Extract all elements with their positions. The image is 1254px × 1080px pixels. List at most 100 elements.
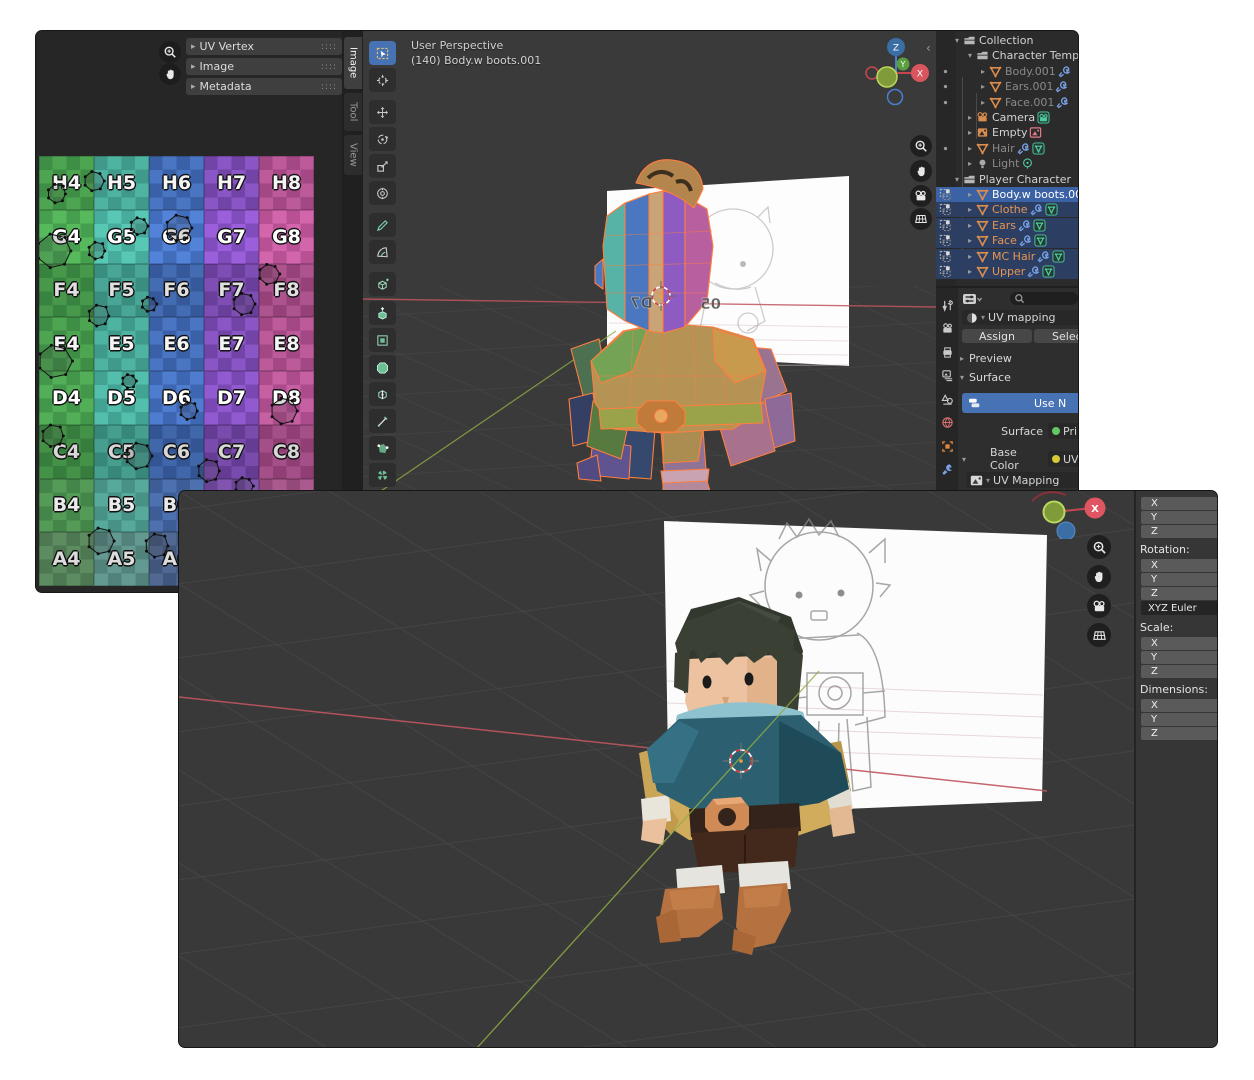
outliner-item-ears[interactable]: ▸Ears [936, 218, 1079, 233]
tool-select-box-button[interactable] [369, 41, 396, 65]
use-nodes-button[interactable]: Use N [962, 393, 1079, 413]
chevron-right-icon[interactable]: ▸ [978, 67, 988, 76]
tool-move-button[interactable] [369, 100, 396, 124]
tool-poly-build-button[interactable] [369, 436, 396, 460]
panel-image[interactable]: ▸ Image :::: [186, 58, 342, 75]
wrench-icon[interactable] [1019, 234, 1032, 247]
tab-image[interactable]: Image [344, 37, 362, 89]
outliner-item-face-001[interactable]: ▸Face.001 [936, 95, 1079, 110]
transform-field-z[interactable]: Z [1141, 525, 1218, 538]
properties-tab-render[interactable] [938, 320, 956, 338]
chevron-right-icon[interactable]: ▸ [978, 98, 988, 107]
properties-tab-scene[interactable] [938, 390, 956, 408]
navigation-gizmo-partial[interactable]: X [1024, 491, 1124, 539]
tool-add-cube-button[interactable] [369, 272, 396, 296]
chevron-right-icon[interactable]: ▸ [978, 82, 988, 91]
chevron-right-icon[interactable]: ▸ [965, 205, 975, 214]
mesh-data-icon[interactable] [1034, 234, 1047, 247]
axis-neg-y[interactable] [877, 67, 897, 87]
outliner-item-face[interactable]: ▸Face [936, 233, 1079, 248]
tool-knife-button[interactable] [369, 409, 396, 433]
tool-rotate-button[interactable] [369, 127, 396, 151]
chevron-right-icon[interactable]: ▸ [965, 113, 975, 122]
chevron-right-icon[interactable]: ▸ [965, 267, 975, 276]
sidebar-collapse-icon[interactable]: ‹ [926, 41, 931, 55]
wrench-icon[interactable] [1030, 203, 1043, 216]
tool-scale-button[interactable] [369, 154, 396, 178]
tab-view[interactable]: View [344, 135, 362, 175]
axis-neg-x[interactable] [866, 67, 878, 79]
zoom-icon[interactable] [910, 135, 932, 157]
assign-button[interactable]: Assign [962, 329, 1032, 343]
light-data-icon[interactable] [1021, 157, 1034, 170]
base-color-input-selector[interactable]: UV [1048, 451, 1079, 467]
mesh-data-icon[interactable] [1032, 142, 1045, 155]
preview-section-header[interactable]: ▸ Preview [960, 351, 1078, 366]
wrench-icon[interactable] [1056, 96, 1069, 109]
image-datablock-selector[interactable]: ▾ UV Mapping [966, 472, 1079, 488]
transform-field-x[interactable]: X [1141, 699, 1218, 712]
outliner-item-light[interactable]: ▸Light [936, 156, 1079, 171]
wrench-icon[interactable] [1017, 142, 1030, 155]
transform-field-y[interactable]: Y [1141, 573, 1218, 586]
tool-cursor-button[interactable] [369, 68, 396, 92]
tool-annotate-button[interactable] [369, 213, 396, 237]
surface-shader-selector[interactable]: Prin [1048, 423, 1079, 439]
camera-data-icon[interactable] [1037, 111, 1050, 124]
panel-uv-vertex[interactable]: ▸ UV Vertex :::: [186, 38, 342, 55]
wrench-icon[interactable] [1058, 65, 1071, 78]
outliner-item-clothe[interactable]: ▸Clothe [936, 202, 1079, 217]
pan-hand-icon[interactable] [910, 160, 932, 182]
chevron-down-icon[interactable]: ▾ [952, 175, 962, 184]
camera-view-icon[interactable] [1087, 594, 1111, 618]
axis-neg-y[interactable] [1044, 502, 1065, 523]
properties-tab-object[interactable] [938, 437, 956, 455]
transform-field-y[interactable]: Y1 [1141, 651, 1218, 664]
properties-tab-tool[interactable] [938, 296, 956, 314]
transform-field-z[interactable]: Z [1141, 727, 1218, 740]
tool-spin-button[interactable] [369, 463, 396, 487]
wrench-icon[interactable] [1018, 219, 1031, 232]
editor-type-icon[interactable] [962, 292, 982, 306]
navigation-gizmo[interactable]: Z Y X [861, 37, 935, 111]
transform-field-y[interactable]: Y [1141, 713, 1218, 726]
chevron-right-icon[interactable]: ▸ [965, 144, 975, 153]
image-data-icon[interactable] [1029, 126, 1042, 139]
tab-tool[interactable]: Tool [344, 93, 362, 131]
outliner-item-empty[interactable]: ▸Empty [936, 125, 1079, 140]
tool-measure-button[interactable] [369, 240, 396, 264]
outliner-item-hair[interactable]: ▸Hair [936, 141, 1079, 156]
select-button[interactable]: Select [1034, 329, 1079, 343]
wrench-icon[interactable] [1055, 80, 1068, 93]
transform-field-z[interactable]: Z [1141, 587, 1218, 600]
transform-field-z[interactable]: Z1 [1141, 665, 1218, 678]
properties-tab-viewlayer[interactable] [938, 367, 956, 385]
chevron-right-icon[interactable]: ▸ [965, 236, 975, 245]
mesh-data-icon[interactable] [1052, 250, 1065, 263]
chevron-down-icon[interactable]: ▾ [962, 455, 966, 464]
rotation-mode-dropdown[interactable]: XYZ Euler [1141, 601, 1218, 615]
transform-field-x[interactable]: X1 [1141, 637, 1218, 650]
panel-metadata[interactable]: ▸ Metadata :::: [186, 78, 342, 95]
chevron-right-icon[interactable]: ▸ [965, 190, 975, 199]
outliner-item-collection[interactable]: ▾Collection [936, 33, 1079, 48]
pan-hand-icon[interactable] [1087, 565, 1111, 589]
tool-loop-cut-button[interactable] [369, 382, 396, 406]
chevron-right-icon[interactable]: ▸ [965, 221, 975, 230]
outliner-item-upper[interactable]: ▸Upper [936, 264, 1079, 279]
mesh-data-icon[interactable] [1033, 219, 1046, 232]
mesh-data-icon[interactable] [1045, 203, 1058, 216]
properties-tab-output[interactable] [938, 343, 956, 361]
outliner-item-body-001[interactable]: ▸Body.001 [936, 64, 1079, 79]
search-input[interactable] [1010, 292, 1078, 305]
surface-section-header[interactable]: ▾ Surface [960, 370, 1078, 385]
tool-bevel-button[interactable] [369, 355, 396, 379]
zoom-icon[interactable] [159, 41, 181, 63]
wrench-icon[interactable] [1037, 250, 1050, 263]
zoom-icon[interactable] [1087, 535, 1111, 559]
chevron-right-icon[interactable]: ▸ [965, 128, 975, 137]
wrench-icon[interactable] [1027, 265, 1040, 278]
tool-extrude-button[interactable] [369, 301, 396, 325]
viewport-3d-modeling[interactable]: X [179, 491, 1136, 1048]
axis-neg-z[interactable] [1057, 522, 1075, 539]
